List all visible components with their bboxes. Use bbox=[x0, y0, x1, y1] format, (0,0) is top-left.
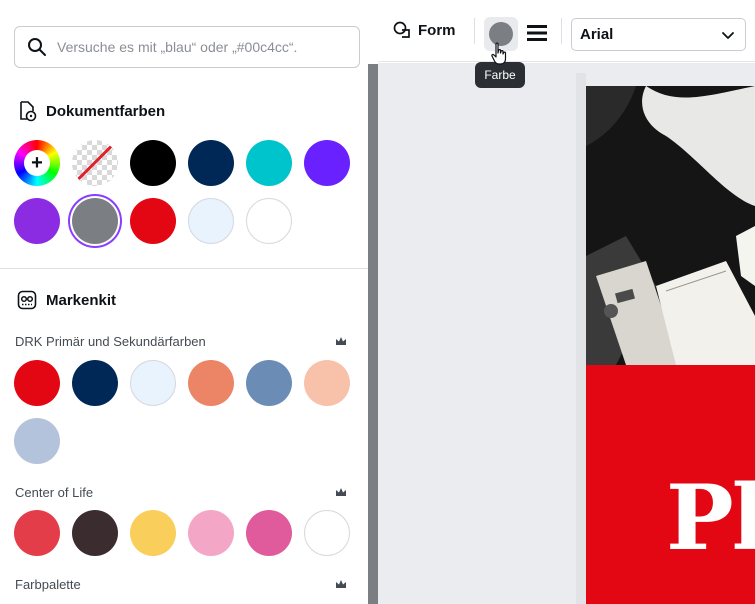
color-swatch[interactable] bbox=[246, 198, 292, 244]
shape-label: Form bbox=[418, 21, 456, 39]
design-canvas[interactable]: Pl bbox=[378, 63, 755, 604]
color-swatch[interactable] bbox=[246, 140, 292, 186]
color-swatch[interactable] bbox=[72, 510, 118, 556]
color-swatch[interactable] bbox=[72, 198, 118, 244]
transparent-swatch[interactable] bbox=[72, 140, 118, 186]
page-shadow bbox=[576, 73, 586, 604]
shape-button[interactable]: Form bbox=[392, 20, 456, 40]
palette-name: DRK Primär und Sekundärfarben bbox=[15, 334, 206, 349]
shape-icon bbox=[393, 21, 410, 38]
design-photo[interactable] bbox=[586, 86, 755, 365]
color-swatch[interactable] bbox=[188, 510, 234, 556]
crown-icon bbox=[336, 337, 346, 345]
color-swatch[interactable] bbox=[246, 360, 292, 406]
font-name: Arial bbox=[580, 26, 614, 43]
panel-scrollbar-thumb[interactable] bbox=[368, 64, 378, 604]
color-swatch[interactable] bbox=[14, 510, 60, 556]
palette-name: Farbpalette bbox=[15, 577, 81, 592]
color-swatch[interactable] bbox=[130, 360, 176, 406]
document-palette-icon bbox=[20, 101, 37, 122]
color-swatch[interactable] bbox=[188, 140, 234, 186]
toolbar-divider bbox=[474, 18, 475, 44]
document-colors-header: Dokumentfarben bbox=[16, 100, 165, 122]
color-swatch[interactable] bbox=[72, 360, 118, 406]
color-swatch[interactable] bbox=[130, 510, 176, 556]
color-swatch[interactable] bbox=[304, 510, 350, 556]
color-panel: Dokumentfarben + Markenkit DRK Primär un… bbox=[0, 0, 368, 604]
color-swatch[interactable] bbox=[188, 360, 234, 406]
hand-cursor-icon bbox=[491, 42, 507, 65]
color-swatch[interactable] bbox=[304, 360, 350, 406]
border-style-icon[interactable] bbox=[526, 22, 548, 44]
color-swatch[interactable] bbox=[14, 418, 60, 464]
color-swatch[interactable] bbox=[14, 360, 60, 406]
brand-kit-icon bbox=[17, 290, 37, 310]
headline-block[interactable]: Pl bbox=[586, 365, 755, 604]
brand-kit-header: Markenkit bbox=[16, 289, 116, 311]
color-swatch[interactable] bbox=[14, 198, 60, 244]
palette-name: Center of Life bbox=[15, 485, 94, 500]
color-swatch[interactable] bbox=[188, 198, 234, 244]
chevron-down-icon bbox=[722, 31, 734, 39]
color-swatch[interactable] bbox=[130, 198, 176, 244]
editor-toolbar: Form Arial bbox=[378, 0, 755, 62]
color-swatch[interactable] bbox=[304, 140, 350, 186]
brand-kit-title: Markenkit bbox=[46, 291, 117, 309]
color-swatch[interactable] bbox=[130, 140, 176, 186]
search-input[interactable] bbox=[57, 39, 347, 55]
color-search-box[interactable] bbox=[14, 26, 360, 68]
crown-icon bbox=[336, 580, 346, 588]
photo-image bbox=[586, 86, 755, 365]
headline-text[interactable]: Pl bbox=[666, 465, 755, 571]
search-icon bbox=[28, 38, 46, 56]
crown-icon bbox=[336, 488, 346, 496]
add-color-button[interactable]: + bbox=[14, 140, 60, 186]
font-select[interactable]: Arial bbox=[571, 18, 746, 51]
section-divider bbox=[0, 268, 368, 269]
color-swatch[interactable] bbox=[246, 510, 292, 556]
document-colors-title: Dokumentfarben bbox=[46, 102, 166, 120]
plus-icon: + bbox=[24, 150, 50, 176]
toolbar-divider bbox=[561, 18, 562, 44]
